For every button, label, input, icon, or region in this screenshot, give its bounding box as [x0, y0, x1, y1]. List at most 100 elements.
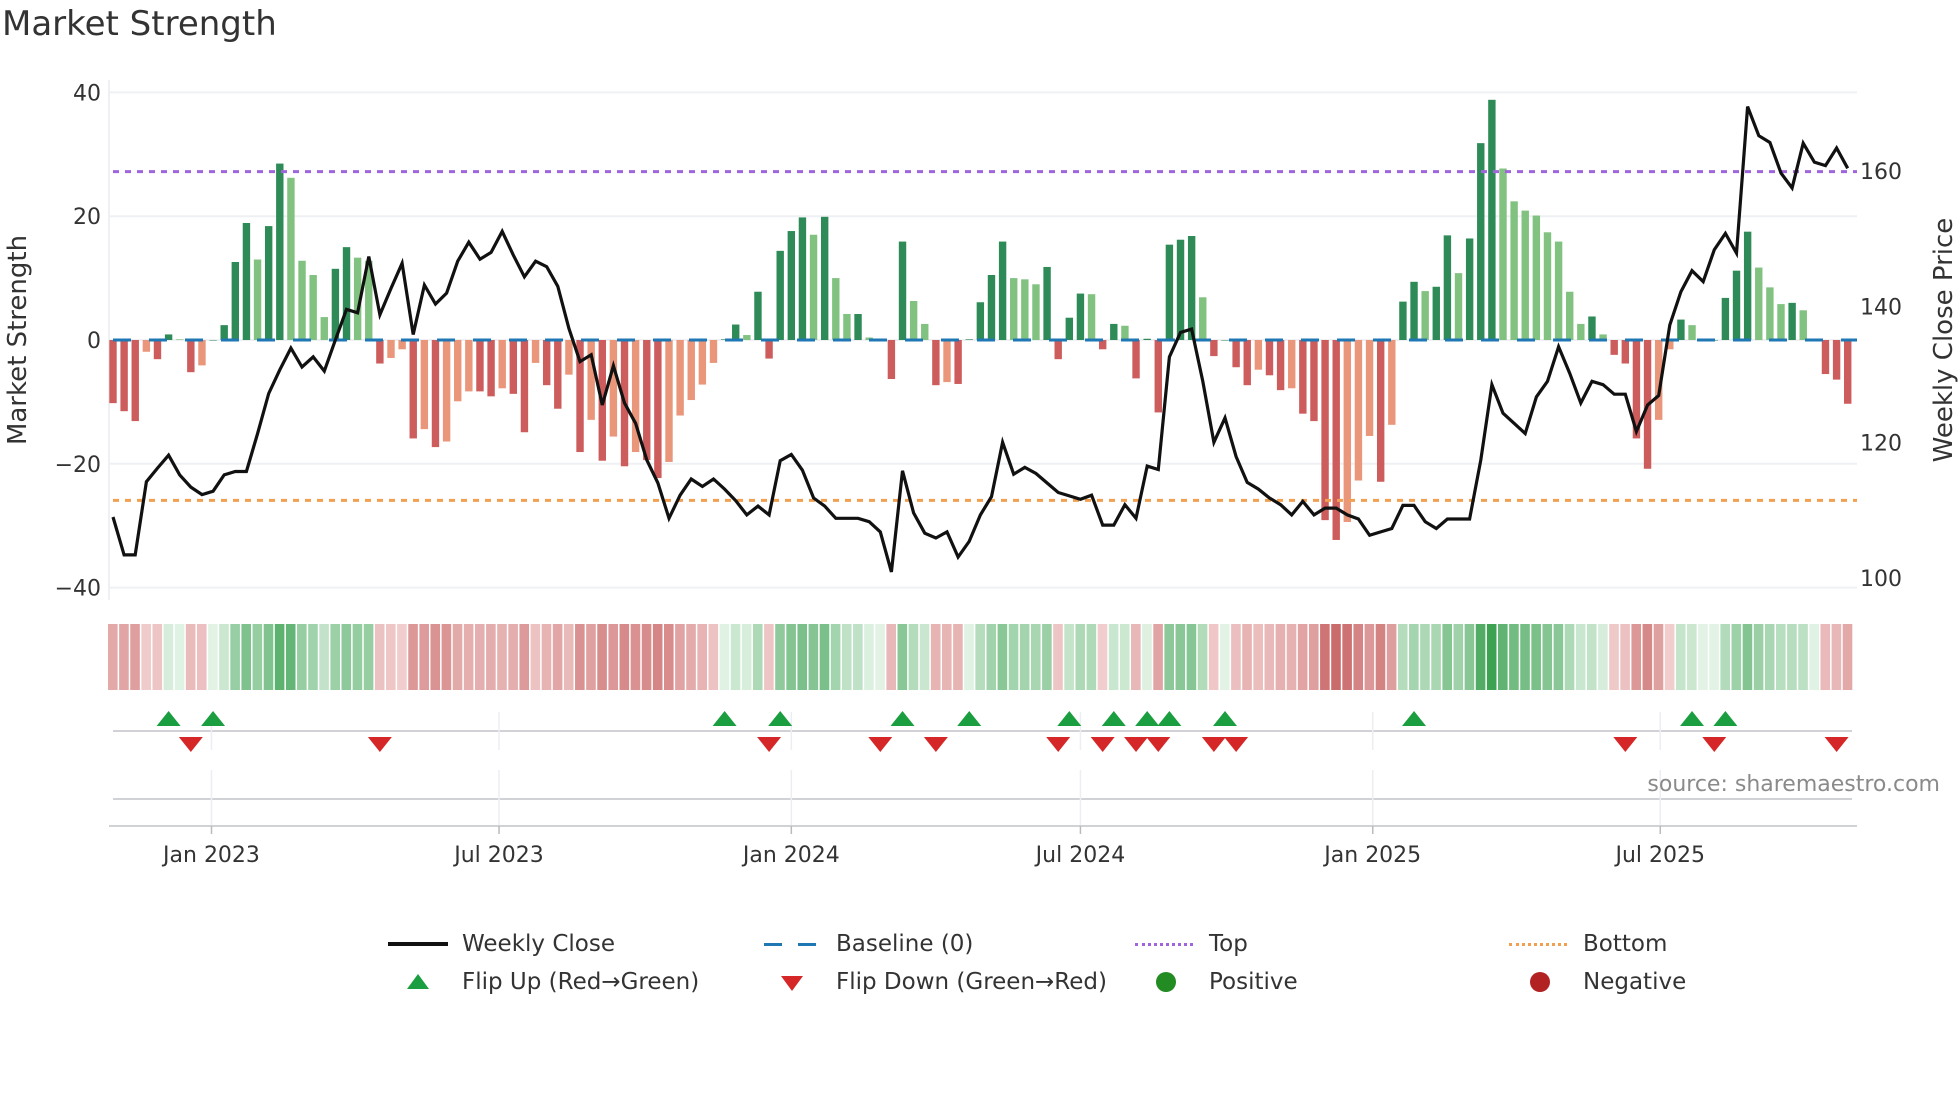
- strength-bar: [998, 241, 1007, 340]
- strength-bar: [1554, 241, 1563, 340]
- strength-bar: [854, 314, 862, 340]
- heat-cell: [1720, 624, 1730, 690]
- strength-bar: [676, 340, 684, 416]
- heat-cell: [1320, 624, 1330, 690]
- flip-down-marker[interactable]: [1224, 737, 1249, 752]
- flip-up-marker[interactable]: [1402, 711, 1427, 726]
- flip-up-marker[interactable]: [156, 711, 181, 726]
- heat-cell: [775, 624, 785, 690]
- legend-weekly-close[interactable]: Weekly Close: [388, 931, 615, 957]
- strength-bars: [109, 99, 1852, 540]
- heat-cell: [752, 624, 763, 690]
- heat-cell: [1798, 624, 1808, 690]
- heat-cell: [430, 624, 441, 690]
- heat-cell: [1453, 624, 1464, 690]
- flip-up-marker[interactable]: [957, 711, 982, 726]
- strength-bar: [309, 275, 317, 340]
- heat-cell: [675, 624, 685, 690]
- heat-cell: [1008, 624, 1019, 690]
- y2-tick-label: 140: [1860, 296, 1902, 321]
- strength-bar: [1054, 340, 1062, 360]
- strength-bar: [654, 340, 662, 479]
- flip-up-marker[interactable]: [1680, 711, 1705, 726]
- heat-cell: [1353, 624, 1364, 690]
- heat-cell: [419, 624, 429, 690]
- legend-flip-down[interactable]: Flip Down (Green→Red): [762, 969, 1107, 995]
- legend-top[interactable]: Top: [1135, 931, 1248, 957]
- strength-bar: [743, 335, 751, 340]
- legend-label: Flip Up (Red→Green): [462, 969, 700, 995]
- heat-cell: [552, 624, 563, 690]
- heat-cell: [1486, 624, 1497, 690]
- strength-bar: [698, 340, 707, 385]
- heat-cell: [908, 624, 919, 690]
- heat-cell: [163, 624, 174, 690]
- heat-cell: [919, 624, 930, 690]
- strength-bar: [376, 340, 384, 364]
- flip-down-marker[interactable]: [1613, 737, 1638, 752]
- heat-cell: [1842, 624, 1853, 690]
- flip-up-marker[interactable]: [1213, 711, 1237, 726]
- flip-down-marker[interactable]: [1046, 737, 1071, 752]
- flip-up-marker[interactable]: [712, 711, 737, 726]
- heat-cell: [819, 624, 830, 690]
- heat-cell: [619, 624, 630, 690]
- legend-baseline[interactable]: Baseline (0): [762, 931, 973, 957]
- heat-cell: [1409, 624, 1419, 690]
- strength-bar: [609, 340, 618, 437]
- flip-down-marker[interactable]: [367, 737, 392, 752]
- heat-cell: [797, 624, 808, 690]
- flip-down-marker[interactable]: [178, 737, 203, 752]
- strength-bar: [1532, 215, 1541, 340]
- heat-cell: [1197, 624, 1208, 690]
- strength-bar: [1688, 325, 1696, 340]
- legend-bottom[interactable]: Bottom: [1509, 931, 1667, 957]
- heat-cell: [1609, 624, 1619, 690]
- strength-bar: [298, 260, 306, 340]
- flip-down-marker[interactable]: [1702, 737, 1727, 752]
- legend-negative[interactable]: Negative: [1509, 969, 1686, 995]
- strength-bar: [1254, 340, 1263, 370]
- heat-cell: [786, 624, 796, 690]
- heat-cell: [1186, 624, 1197, 690]
- flip-down-marker[interactable]: [1201, 737, 1226, 752]
- heat-cell: [1119, 624, 1130, 690]
- strength-bar: [1187, 236, 1196, 340]
- heat-cell: [297, 624, 307, 690]
- strength-bar: [220, 325, 228, 340]
- flip-down-marker[interactable]: [757, 737, 782, 752]
- heat-cell: [808, 624, 819, 690]
- heat-cell: [486, 624, 496, 690]
- flip-up-marker[interactable]: [201, 711, 226, 726]
- flip-up-marker[interactable]: [1135, 711, 1160, 726]
- legend-flip-up[interactable]: Flip Up (Red→Green): [388, 969, 699, 995]
- heat-cell: [508, 624, 518, 690]
- strength-bar: [1343, 340, 1352, 522]
- flip-up-marker[interactable]: [1057, 711, 1082, 726]
- heat-cell: [1053, 624, 1063, 690]
- heat-cell: [363, 624, 374, 690]
- strength-bar: [1832, 340, 1841, 380]
- strength-bar: [1154, 340, 1162, 413]
- strength-bar: [565, 340, 573, 375]
- strength-bar: [809, 234, 818, 340]
- legend-positive[interactable]: Positive: [1135, 969, 1298, 995]
- strength-bar: [843, 314, 851, 340]
- strength-bar: [787, 231, 796, 340]
- flip-up-marker[interactable]: [1157, 711, 1182, 726]
- flip-up-marker[interactable]: [768, 711, 793, 726]
- flip-down-marker[interactable]: [1090, 737, 1115, 752]
- heat-cell: [575, 624, 585, 690]
- flip-up-marker[interactable]: [890, 711, 915, 726]
- flip-down-marker[interactable]: [1124, 737, 1149, 752]
- flip-down-marker[interactable]: [1146, 737, 1171, 752]
- heat-cell: [686, 624, 696, 690]
- flip-down-marker[interactable]: [868, 737, 893, 752]
- flip-down-marker[interactable]: [1824, 737, 1849, 752]
- strength-bar: [153, 340, 162, 360]
- flip-up-marker[interactable]: [1713, 711, 1738, 726]
- flip-up-marker[interactable]: [1101, 711, 1126, 726]
- strength-bar: [1021, 279, 1029, 340]
- strength-bar: [1788, 302, 1796, 340]
- flip-down-marker[interactable]: [923, 737, 948, 752]
